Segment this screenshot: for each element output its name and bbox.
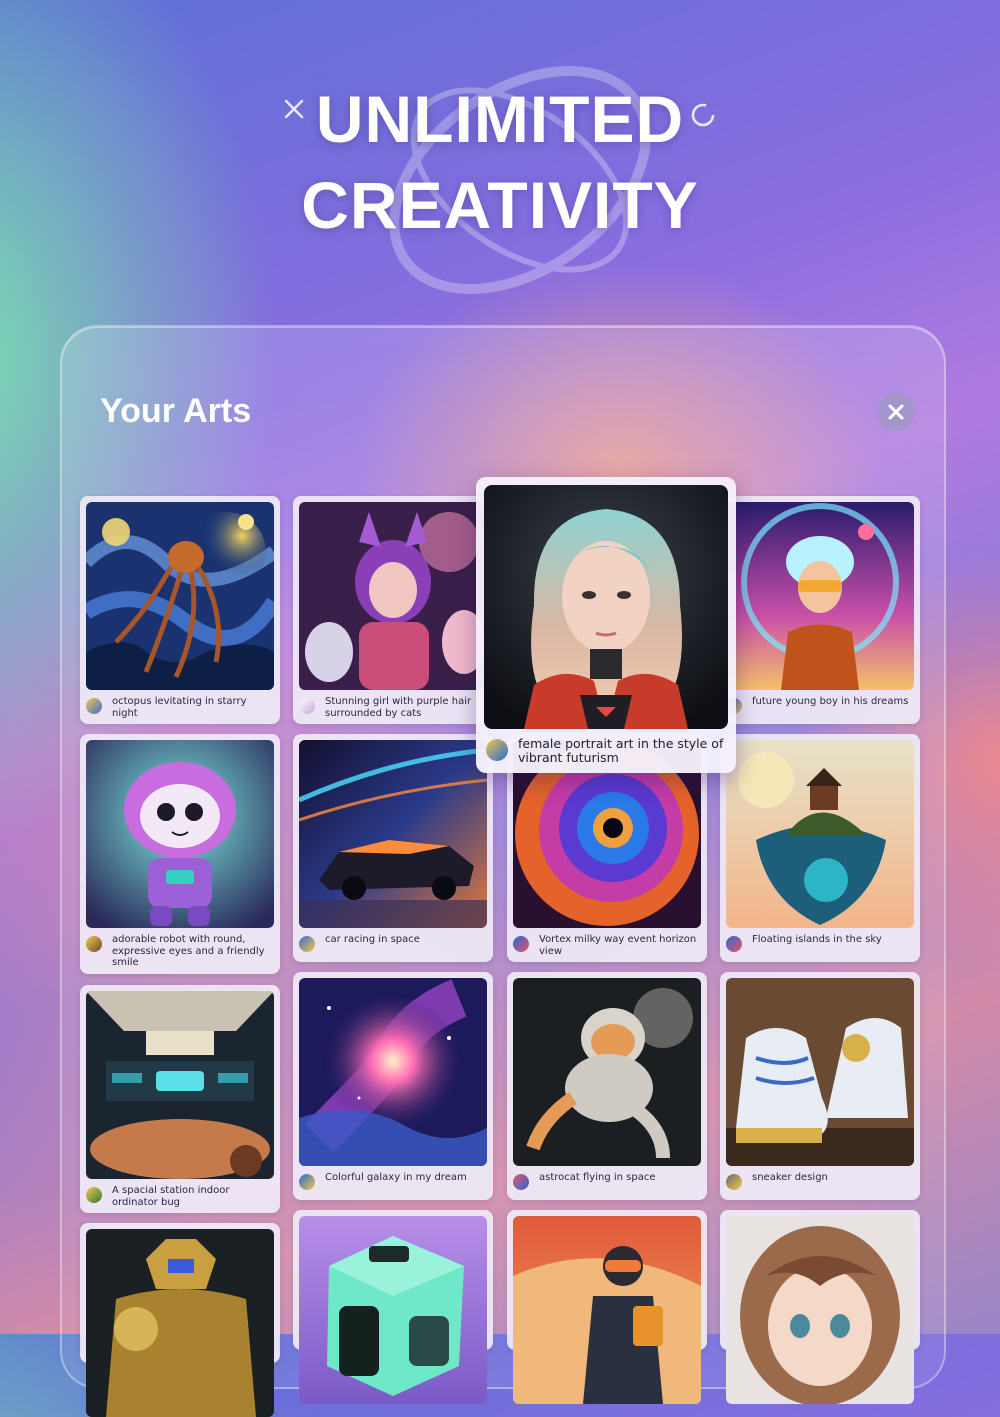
art-card[interactable]: [80, 1223, 280, 1417]
art-image: [726, 740, 914, 928]
art-image: [726, 502, 914, 690]
art-caption: Floating islands in the sky: [752, 934, 882, 945]
art-card[interactable]: A spacial station indoor ordinator bug: [80, 985, 280, 1213]
art-image: [726, 978, 914, 1166]
author-avatar: [86, 1187, 102, 1203]
author-avatar: [513, 1174, 529, 1190]
art-card[interactable]: adorable robot with round, expressive ey…: [80, 734, 280, 974]
art-card[interactable]: future young boy in his dreams: [720, 496, 920, 724]
art-image: [299, 740, 487, 928]
art-caption: Colorful galaxy in my dream: [325, 1172, 467, 1183]
art-image: [726, 1216, 914, 1404]
author-avatar: [486, 739, 508, 761]
art-caption: octopus levitating in starry night: [112, 696, 247, 719]
art-image: [299, 978, 487, 1166]
art-card[interactable]: Stunning girl with purple hair surrounde…: [293, 496, 493, 724]
art-caption: astrocat flying in space: [539, 1172, 656, 1183]
author-avatar: [513, 936, 529, 952]
close-button[interactable]: [877, 393, 915, 431]
sparkle-x-icon: [284, 99, 304, 119]
art-image: [86, 502, 274, 690]
author-avatar: [299, 698, 315, 714]
featured-art-card[interactable]: female portrait art in the style of vibr…: [476, 477, 736, 773]
art-caption: A spacial station indoor ordinator bug: [112, 1185, 230, 1208]
art-card[interactable]: octopus levitating in starry night: [80, 496, 280, 724]
featured-caption: female portrait art in the style of vibr…: [518, 736, 724, 765]
art-card[interactable]: [507, 1210, 707, 1404]
art-card[interactable]: astrocat flying in space: [507, 972, 707, 1200]
art-image: [86, 1229, 274, 1417]
author-avatar: [299, 1174, 315, 1190]
author-avatar: [86, 936, 102, 952]
art-caption: future young boy in his dreams: [752, 696, 909, 707]
author-avatar: [726, 1174, 742, 1190]
art-image: [299, 502, 487, 690]
art-image: [86, 740, 274, 928]
heading-line-2: CREATIVITY: [301, 168, 699, 242]
art-caption: Stunning girl with purple hair surrounde…: [325, 696, 472, 719]
art-caption: adorable robot with round, expressive ey…: [112, 934, 265, 968]
art-caption: sneaker design: [752, 1172, 828, 1183]
author-avatar: [726, 936, 742, 952]
hero-heading: UNLIMITED CREATIVITY: [0, 76, 1000, 248]
art-card[interactable]: [720, 1210, 920, 1404]
art-caption: car racing in space: [325, 934, 420, 945]
author-avatar: [299, 936, 315, 952]
art-image: [513, 1216, 701, 1404]
art-image: [513, 978, 701, 1166]
art-card[interactable]: sneaker design: [720, 972, 920, 1200]
art-card[interactable]: Colorful galaxy in my dream: [293, 972, 493, 1200]
art-card[interactable]: car racing in space: [293, 734, 493, 962]
heading-line-1: UNLIMITED: [315, 82, 685, 156]
art-card[interactable]: [293, 1210, 493, 1404]
close-icon: [888, 404, 904, 420]
art-card[interactable]: Floating islands in the sky: [720, 734, 920, 962]
panel-title: Your Arts: [100, 392, 252, 430]
ring-icon: [691, 103, 715, 127]
author-avatar: [86, 698, 102, 714]
featured-art-image: [484, 485, 728, 729]
art-caption: Vortex milky way event horizon view: [539, 934, 697, 957]
art-image: [86, 991, 274, 1179]
art-image: [299, 1216, 487, 1404]
